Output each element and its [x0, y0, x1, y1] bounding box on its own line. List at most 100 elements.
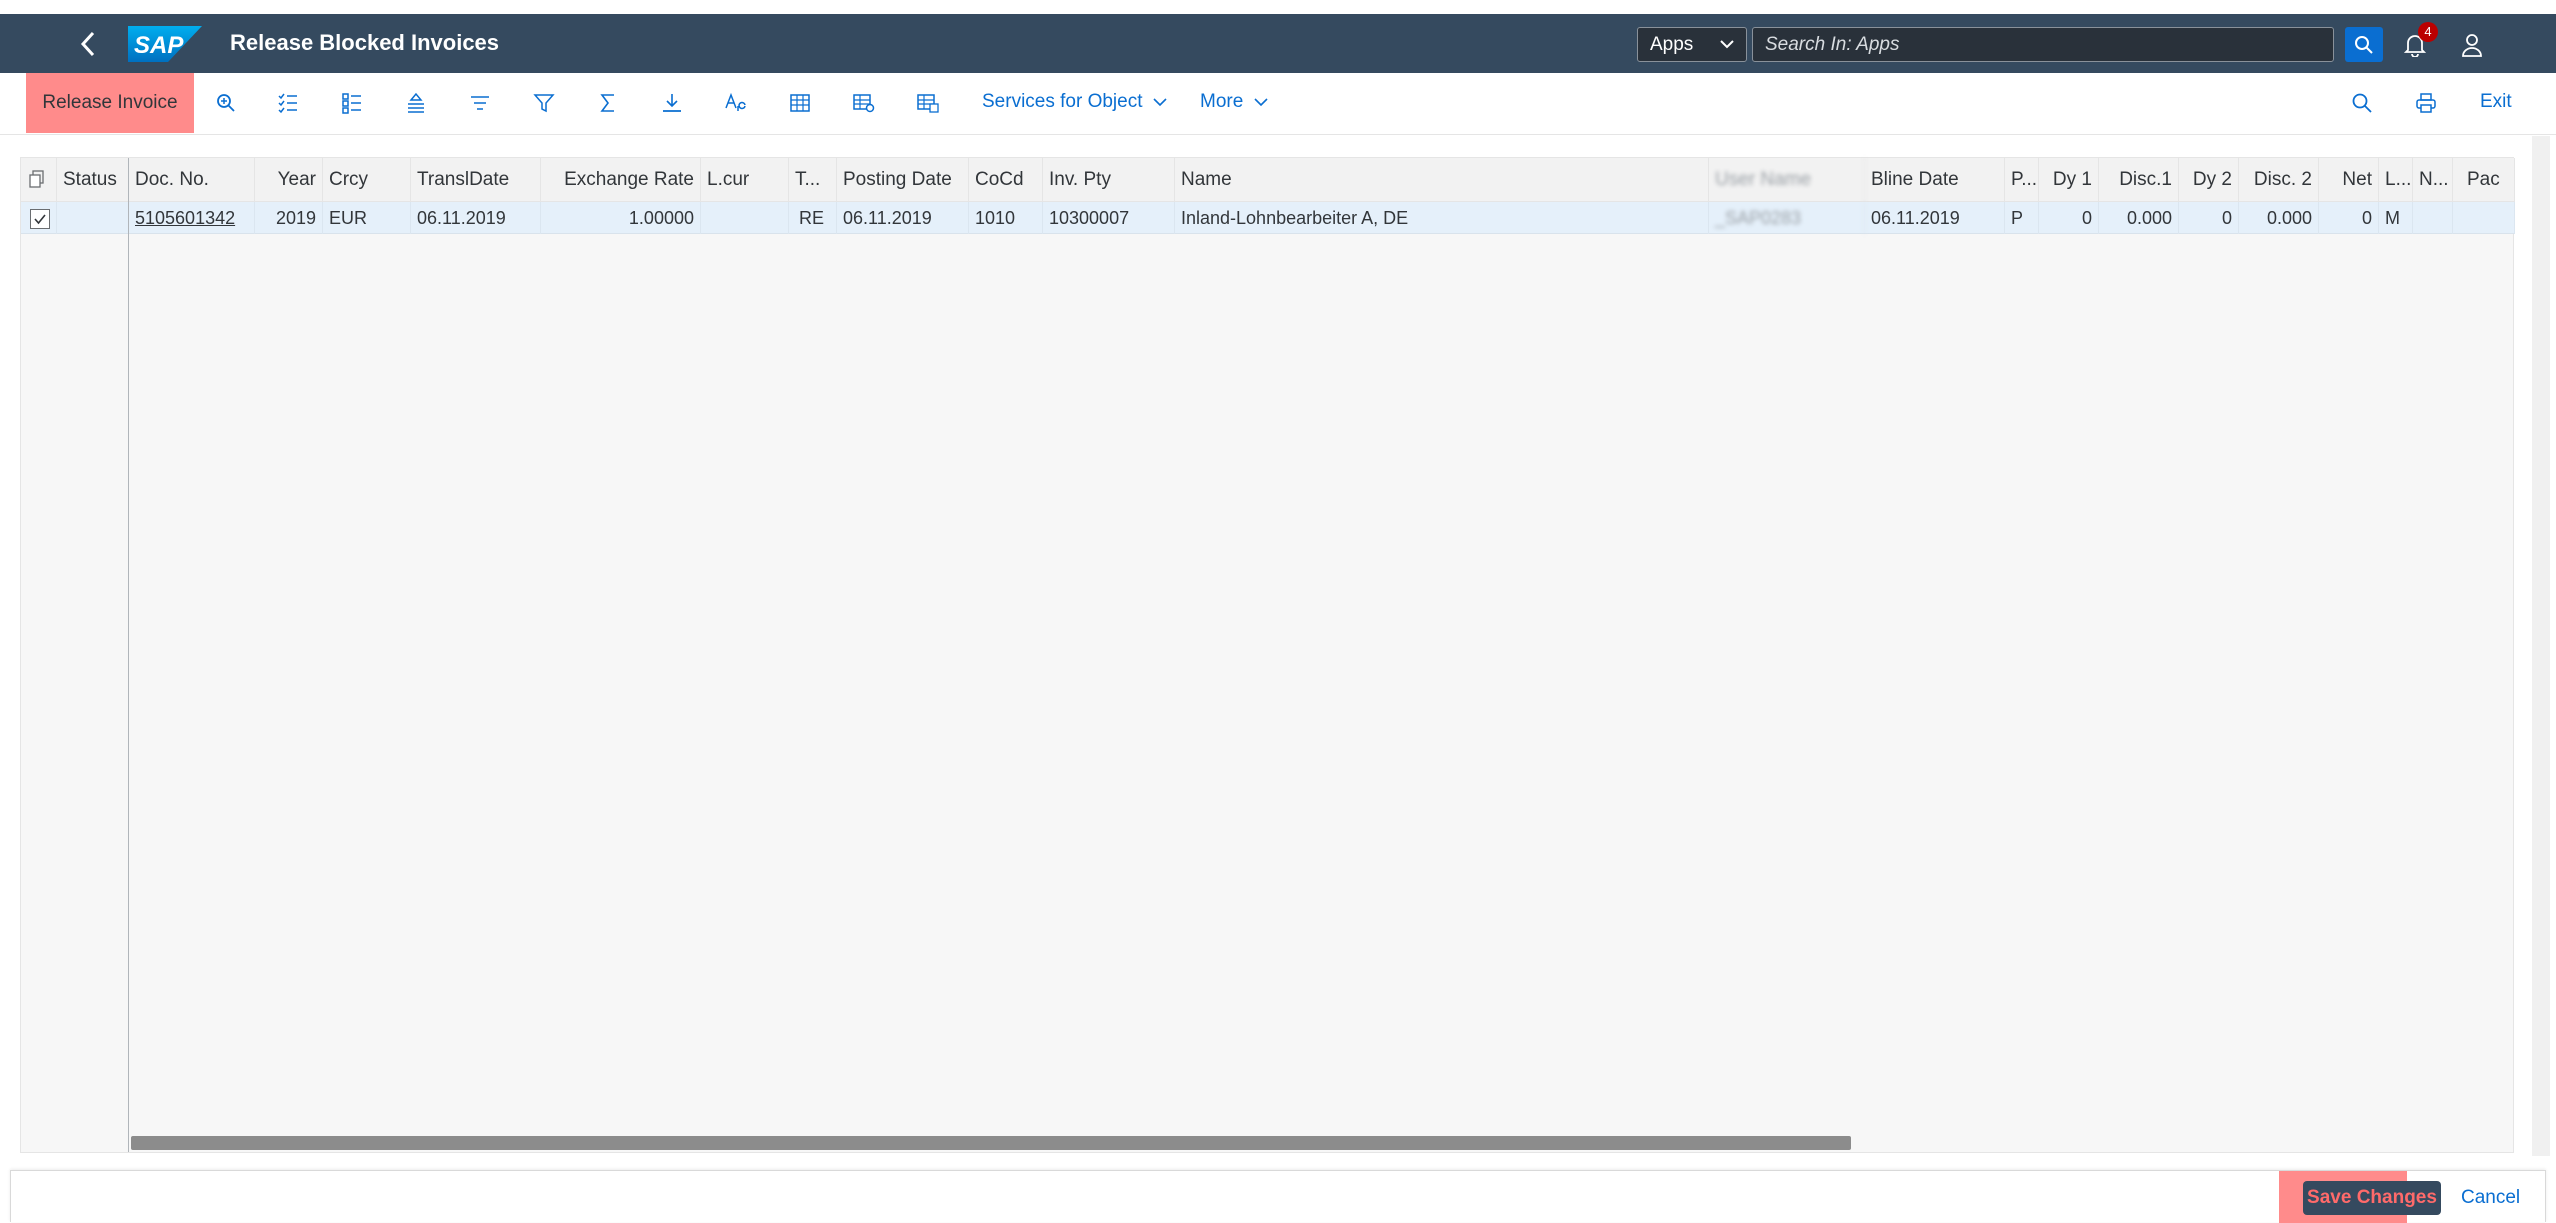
- details-button[interactable]: [334, 87, 370, 119]
- save-changes-button[interactable]: Save Changes: [2303, 1181, 2441, 1215]
- column-header-disc2[interactable]: Disc. 2: [2239, 158, 2319, 202]
- cell-l: M: [2379, 202, 2413, 234]
- sum-icon: [600, 94, 614, 112]
- column-header-p[interactable]: P...: [2005, 158, 2039, 202]
- search-scope-value: Apps: [1650, 34, 1694, 55]
- cancel-button[interactable]: Cancel: [2461, 1187, 2520, 1209]
- cell-disc1: 0.000: [2099, 202, 2179, 234]
- column-header-dy2[interactable]: Dy 2: [2179, 158, 2239, 202]
- cell-name: Inland-Lohnbearbeiter A, DE: [1175, 202, 1709, 234]
- column-header-pac[interactable]: Pac: [2453, 158, 2515, 202]
- print-button[interactable]: [2408, 87, 2444, 119]
- cell-type: RE: [789, 202, 837, 234]
- cell-user-name: _SAP0283: [1709, 202, 1865, 234]
- chevron-down-icon: [1720, 40, 1734, 49]
- shell-bar: SAP Release Blocked Invoices Apps Search…: [0, 14, 2556, 73]
- back-button[interactable]: [70, 26, 106, 62]
- print-icon: [2416, 93, 2436, 113]
- cell-crcy: EUR: [323, 202, 411, 234]
- search-scope-select[interactable]: Apps: [1637, 27, 1747, 62]
- total-button[interactable]: [590, 87, 626, 119]
- find-replace-button[interactable]: [718, 87, 754, 119]
- application-toolbar: Release Invoice Services for Object More: [0, 73, 2556, 135]
- sap-logo[interactable]: SAP: [128, 26, 202, 62]
- layout-settings-button[interactable]: [846, 87, 882, 119]
- column-header-n[interactable]: N...: [2413, 158, 2453, 202]
- cell-p: P: [2005, 202, 2039, 234]
- horizontal-scrollbar[interactable]: [131, 1136, 1851, 1150]
- column-header-l[interactable]: L...: [2379, 158, 2413, 202]
- services-for-object-menu[interactable]: Services for Object: [982, 91, 1168, 113]
- column-header-name[interactable]: Name: [1175, 158, 1709, 202]
- select-all-button[interactable]: [270, 87, 306, 119]
- column-header-net[interactable]: Net: [2319, 158, 2379, 202]
- column-header-year[interactable]: Year: [255, 158, 323, 202]
- column-header-exchange-rate[interactable]: Exchange Rate: [541, 158, 701, 202]
- release-invoice-button[interactable]: Release Invoice: [26, 73, 194, 133]
- grid-icon: [790, 94, 810, 112]
- find-button[interactable]: [2344, 87, 2380, 119]
- user-icon: [2462, 34, 2482, 57]
- table-layout-icon: [917, 94, 939, 113]
- export-button[interactable]: [654, 87, 690, 119]
- zoom-in-icon: [217, 94, 235, 112]
- notification-badge: 4: [2418, 22, 2438, 42]
- filter-button[interactable]: [526, 87, 562, 119]
- browser-top-strip: [0, 0, 2556, 14]
- column-header-dy1[interactable]: Dy 1: [2039, 158, 2099, 202]
- more-label: More: [1200, 91, 1244, 112]
- cell-doc-no-link[interactable]: 5105601342: [129, 202, 255, 234]
- cell-lcur: [701, 202, 789, 234]
- checklist-icon: [278, 93, 297, 114]
- search-icon: [2352, 93, 2372, 113]
- filter-icon: [533, 94, 555, 113]
- column-header-bline-date[interactable]: Bline Date: [1865, 158, 2005, 202]
- cell-exchange-rate: 1.00000: [541, 202, 701, 234]
- chevron-left-icon: [80, 31, 95, 57]
- cell-year: 2019: [255, 202, 323, 234]
- column-header-posting-date[interactable]: Posting Date: [837, 158, 969, 202]
- cell-disc2: 0.000: [2239, 202, 2319, 234]
- search-icon: [2355, 35, 2373, 54]
- column-header-inv-pty[interactable]: Inv. Pty: [1043, 158, 1175, 202]
- sort-lines-icon: [471, 96, 489, 110]
- vertical-scrollbar[interactable]: [2532, 136, 2550, 1156]
- column-header-transl-date[interactable]: TranslDate: [411, 158, 541, 202]
- cell-pac: [2453, 202, 2515, 234]
- align-center-icon: [408, 92, 424, 113]
- column-header-cocd[interactable]: CoCd: [969, 158, 1043, 202]
- grid-view-button[interactable]: [782, 87, 818, 119]
- fixed-column-divider: [21, 158, 129, 1152]
- grid-settings-icon: [853, 94, 875, 113]
- exit-button[interactable]: Exit: [2480, 91, 2512, 113]
- column-header-disc1[interactable]: Disc.1: [2099, 158, 2179, 202]
- spell-check-icon: [725, 92, 746, 111]
- column-header-type[interactable]: T...: [789, 158, 837, 202]
- cell-transl-date: 06.11.2019: [411, 202, 541, 234]
- cell-n: [2413, 202, 2453, 234]
- cell-cocd: 1010: [969, 202, 1043, 234]
- cell-inv-pty: 10300007: [1043, 202, 1175, 234]
- chevron-down-icon: [1153, 98, 1167, 107]
- more-menu[interactable]: More: [1200, 91, 1269, 113]
- cell-dy2: 0: [2179, 202, 2239, 234]
- user-menu-button[interactable]: [2452, 27, 2492, 63]
- cell-dy1: 0: [2039, 202, 2099, 234]
- cell-bline-date: 06.11.2019: [1865, 202, 2005, 234]
- download-icon: [663, 94, 681, 112]
- cell-posting-date: 06.11.2019: [837, 202, 969, 234]
- column-header-crcy[interactable]: Crcy: [323, 158, 411, 202]
- app-title: Release Blocked Invoices: [230, 30, 500, 55]
- list-detail-icon: [342, 93, 361, 114]
- column-header-lcur[interactable]: L.cur: [701, 158, 789, 202]
- column-header-doc-no[interactable]: Doc. No.: [129, 158, 255, 202]
- table-row[interactable]: 5105601342 2019 EUR 06.11.2019 1.00000 R…: [21, 202, 2515, 234]
- column-header-user-name[interactable]: User Name: [1709, 158, 1865, 202]
- search-button[interactable]: [2345, 27, 2383, 62]
- zoom-in-button[interactable]: [208, 87, 244, 119]
- search-input[interactable]: Search In: Apps: [1752, 27, 2334, 62]
- choose-layout-button[interactable]: [910, 87, 946, 119]
- cell-net: 0: [2319, 202, 2379, 234]
- sort-ascending-button[interactable]: [398, 87, 434, 119]
- sort-descending-button[interactable]: [462, 87, 498, 119]
